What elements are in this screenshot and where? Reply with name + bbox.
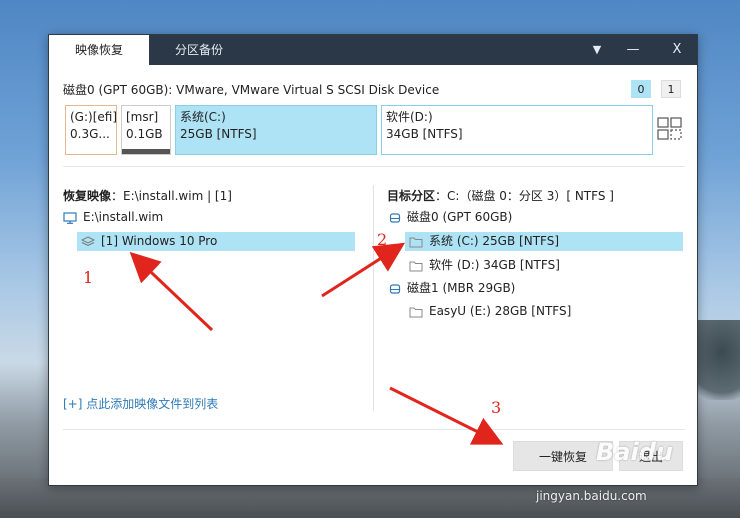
tab-partition-backup[interactable]: 分区备份 [149,35,249,65]
tree-item-disk-1[interactable]: 磁盘1 (MBR 29GB) [389,279,683,298]
close-button[interactable]: X [659,35,695,65]
tree-item-windows-10-pro[interactable]: [1] Windows 10 Pro [77,232,355,251]
tab-image-restore[interactable]: 映像恢复 [49,35,149,65]
restore-image-value: ：E:\install.wim | [1] [111,189,232,203]
title-bar: 映像恢复 分区备份 ▼ — X [49,35,697,65]
monitor-icon [63,211,77,224]
partition-usage-bar [122,149,170,154]
target-partition-value: ：C:（磁盘 0：分区 3）[ NTFS ] [435,189,614,203]
partition-size: 0.3G... [70,127,110,141]
folder-icon [409,307,423,317]
partition-size: 25GB [NTFS] [180,127,257,141]
disk-0-button[interactable]: 0 [631,80,651,98]
partition-size: 34GB [NTFS] [386,127,463,141]
tree-item-label: E:\install.wim [83,210,164,224]
restore-window: 映像恢复 分区备份 ▼ — X 磁盘0 (GPT 60GB): VMware, … [48,34,698,486]
tree-item-disk-0[interactable]: 磁盘0 (GPT 60GB) [389,208,683,227]
tree-item-partition-c[interactable]: 系统 (C:) 25GB [NTFS] [405,232,683,251]
layers-icon [81,235,95,246]
tree-item-label: 磁盘0 (GPT 60GB) [407,210,513,224]
divider [63,166,685,167]
tree-item-partition-d[interactable]: 软件 (D:) 34GB [NTFS] [405,256,683,275]
disk-icon [389,283,401,294]
tree-item-label: 软件 (D:) 34GB [NTFS] [429,258,560,272]
partition-name: (G:)[efi] [70,110,117,124]
minimize-button[interactable]: — [615,35,651,65]
tree-item-label: [1] Windows 10 Pro [101,234,218,248]
annotation-number-1: 1 [83,268,94,287]
partition-name: 系统(C:) [180,110,226,124]
panel-divider [373,185,374,411]
partition-c[interactable]: 系统(C:) 25GB [NTFS] [175,105,377,155]
partition-name: [msr] [126,110,159,124]
tree-item-partition-e[interactable]: EasyU (E:) 28GB [NTFS] [405,302,683,321]
partition-size: 0.1GB [126,127,163,141]
disk-title: 磁盘0 (GPT 60GB): VMware, VMware Virtual S… [63,83,440,97]
target-partition-label: 目标分区 [387,189,436,203]
divider [63,429,685,430]
annotation-number-3: 3 [491,398,502,417]
disk-icon [389,212,401,223]
partition-name: 软件(D:) [386,110,433,124]
folder-icon [409,261,423,271]
add-image-link[interactable]: [+] 点此添加映像文件到列表 [63,395,218,412]
partition-msr[interactable]: [msr] 0.1GB [121,105,171,155]
partition-efi[interactable]: (G:)[efi] 0.3G... [65,105,117,155]
layout-grid-icon[interactable] [657,117,683,141]
baidu-logo: Baidu [596,438,673,466]
annotation-number-2: 2 [377,230,388,249]
tree-item-label: EasyU (E:) 28GB [NTFS] [429,304,572,318]
restore-image-header: 恢复映像：E:\install.wim | [1] [63,187,232,204]
menu-dropdown-icon[interactable]: ▼ [579,35,615,65]
disk-1-button[interactable]: 1 [661,80,681,98]
tree-item-label: 磁盘1 (MBR 29GB) [407,281,516,295]
tree-item-image-file[interactable]: E:\install.wim [63,208,355,227]
partition-d[interactable]: 软件(D:) 34GB [NTFS] [381,105,653,155]
folder-icon [409,237,423,247]
watermark-url: jingyan.baidu.com [536,489,647,503]
tree-item-label: 系统 (C:) 25GB [NTFS] [429,234,560,248]
restore-image-label: 恢复映像 [63,189,112,203]
target-partition-header: 目标分区：C:（磁盘 0：分区 3）[ NTFS ] [387,187,614,204]
